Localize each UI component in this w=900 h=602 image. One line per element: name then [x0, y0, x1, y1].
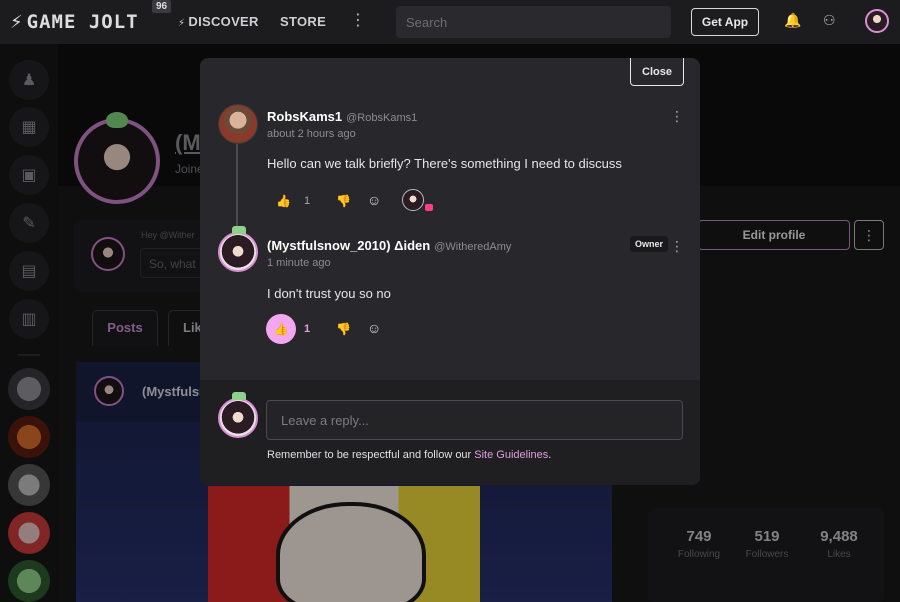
compass-icon: ⚡ [178, 18, 189, 29]
like-count[interactable]: 1 [304, 323, 310, 335]
reply-user-avatar [218, 398, 258, 438]
bolt-icon: ⚡ [10, 11, 23, 32]
like-count[interactable]: 1 [304, 195, 310, 207]
comment-timestamp[interactable]: about 2 hours ago [267, 128, 356, 140]
comment-options-icon[interactable]: ⋮ [670, 108, 684, 125]
thumbs-down-icon[interactable]: 👎 [336, 322, 351, 336]
comment-thread-modal: Close RobsKams1 @RobsKams1 about 2 hours … [200, 58, 700, 485]
user-avatar[interactable] [865, 9, 889, 33]
guidelines-notice: Remember to be respectful and follow our… [267, 449, 552, 461]
comment-text: Hello can we talk briefly? There's somet… [267, 156, 622, 171]
crown-decoration [232, 226, 246, 234]
reply-indicator-badge [425, 204, 433, 211]
comment-author-avatar[interactable] [218, 104, 258, 144]
nav-store[interactable]: STORE [280, 14, 326, 29]
comment-author-avatar[interactable] [218, 232, 258, 272]
thumbs-down-icon[interactable]: 👎 [336, 194, 351, 208]
get-app-button[interactable]: Get App [691, 8, 759, 36]
top-navigation-bar: ⚡ GAME JOLT 96 ⚡ DISCOVER STORE ⋮ Get Ap… [0, 0, 900, 44]
close-button[interactable]: Close [630, 58, 684, 86]
logo-text: GAME JOLT [26, 11, 139, 33]
owner-badge: Owner [630, 236, 669, 252]
reply-composer: Remember to be respectful and follow our… [200, 380, 700, 485]
search-input[interactable] [396, 6, 671, 38]
replier-avatar[interactable] [402, 189, 424, 211]
comment-timestamp[interactable]: 1 minute ago [267, 257, 331, 269]
reply-input[interactable] [266, 400, 683, 440]
comment-author[interactable]: (Mystfulsnow_2010) Δiden @WitheredAmy [267, 238, 511, 253]
crown-decoration [232, 392, 246, 400]
friends-icon[interactable]: ⚇ [823, 12, 836, 29]
add-reaction-icon[interactable]: ☺ [367, 320, 381, 336]
notification-count-badge: 96 [152, 0, 172, 13]
nav-discover[interactable]: ⚡ DISCOVER [178, 14, 259, 29]
comment-handle: @WitheredAmy [434, 241, 512, 253]
comment-options-icon[interactable]: ⋮ [670, 238, 684, 255]
comment-author[interactable]: RobsKams1 @RobsKams1 [267, 109, 417, 124]
bell-icon[interactable]: 🔔 [784, 12, 801, 29]
add-reaction-icon[interactable]: ☺ [367, 192, 381, 208]
thumbs-up-icon[interactable]: 👍 [266, 314, 296, 344]
thumbs-up-icon[interactable]: 👍 [276, 194, 291, 208]
more-menu-icon[interactable]: ⋮ [350, 10, 366, 30]
comment-text: I don't trust you so no [267, 286, 391, 301]
comment-handle: @RobsKams1 [346, 112, 418, 124]
site-guidelines-link[interactable]: Site Guidelines [474, 449, 548, 461]
game-jolt-logo[interactable]: ⚡ GAME JOLT 96 [10, 0, 172, 34]
thread-connector-line [236, 140, 238, 240]
